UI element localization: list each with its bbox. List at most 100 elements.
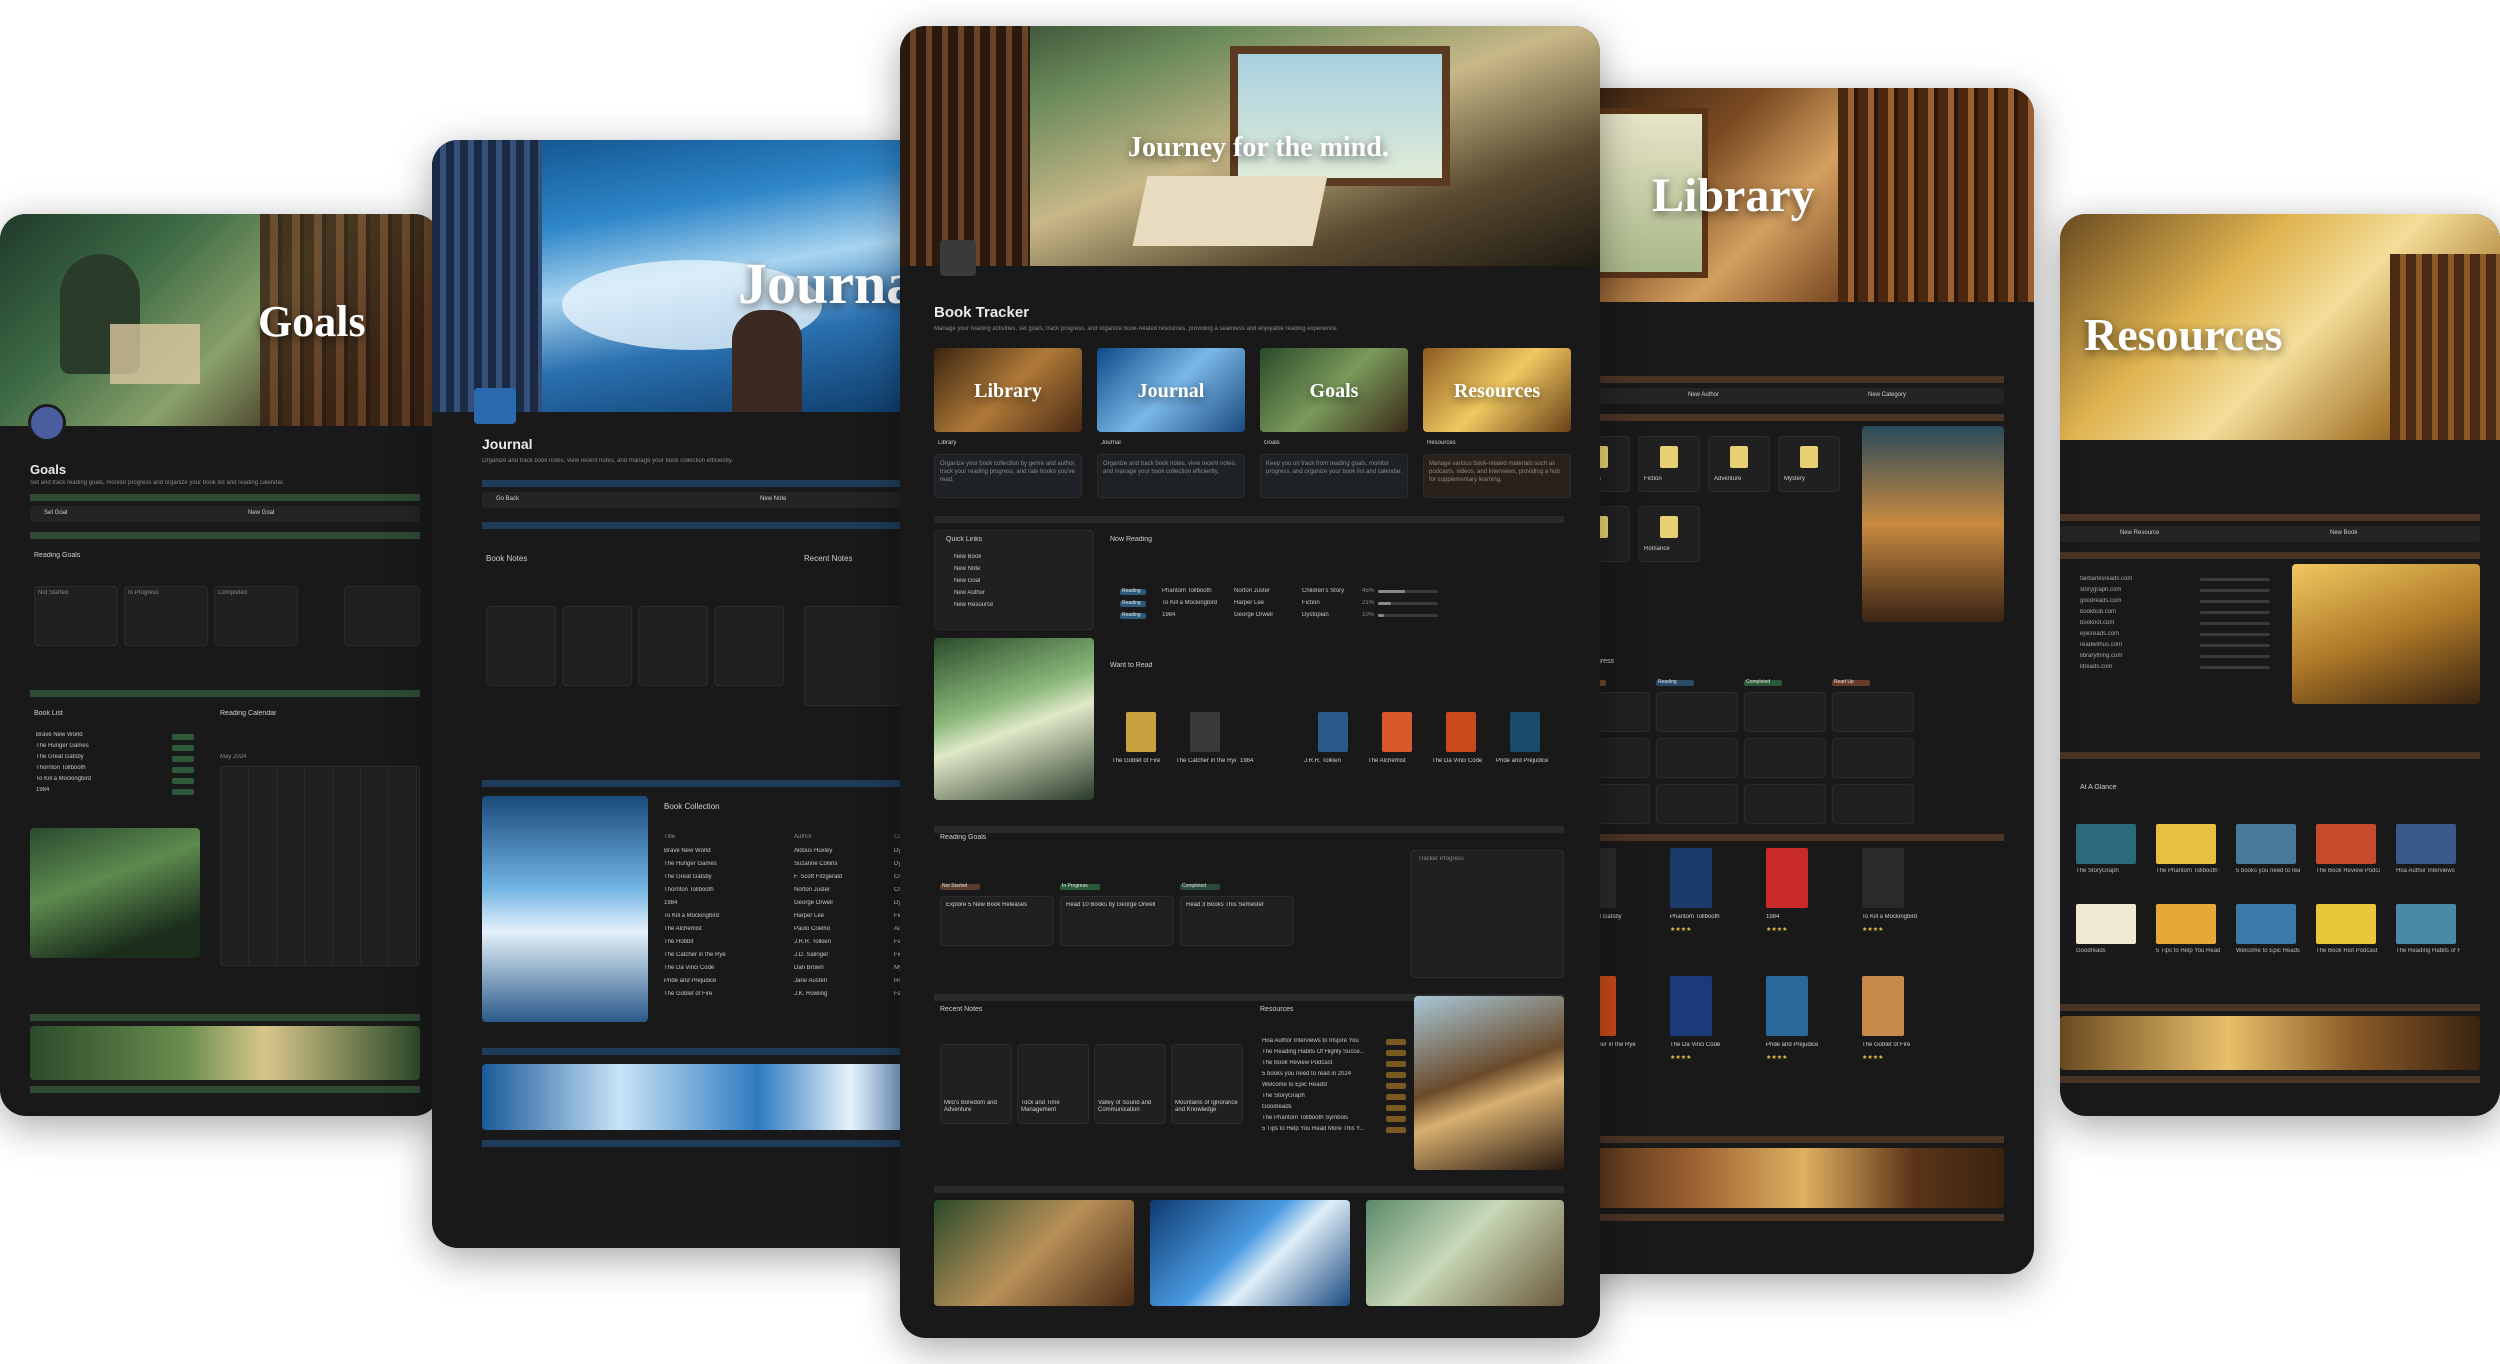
goals-book-list-item[interactable]: The Hunger Games xyxy=(36,743,89,749)
resources-link-item[interactable]: goodreads.com xyxy=(2080,598,2121,604)
library-progress-card[interactable] xyxy=(1832,738,1914,778)
resources-gallery-thumbnail[interactable] xyxy=(2316,824,2376,864)
resources-gallery-thumbnail[interactable] xyxy=(2236,904,2296,944)
goals-book-list-item[interactable]: Brave New World xyxy=(36,732,83,738)
library-book-cover[interactable] xyxy=(1670,976,1712,1036)
tracker-resource-item[interactable]: Goodreads xyxy=(1262,1104,1382,1110)
journal-note-card[interactable] xyxy=(714,606,784,686)
library-book-title[interactable]: The Goblet of Fire xyxy=(1862,1042,1948,1048)
tracker-want-to-read-cover[interactable] xyxy=(1254,712,1284,752)
tracker-resource-item[interactable]: The Phantom Tollbooth Symbols xyxy=(1262,1115,1382,1121)
goals-page-card[interactable]: Goals Goals Set and track reading goals,… xyxy=(0,214,440,1116)
library-book-title[interactable]: Pride and Prejudice xyxy=(1766,1042,1852,1048)
journal-collection-cell[interactable]: The Da Vinci Code xyxy=(664,965,784,971)
resources-gallery-thumbnail[interactable] xyxy=(2076,824,2136,864)
journal-collection-cell[interactable]: The Great Gatsby xyxy=(664,874,784,880)
library-book-cover[interactable] xyxy=(1670,848,1712,908)
tracker-want-to-read-cover[interactable] xyxy=(1190,712,1220,752)
library-book-title[interactable]: The Da Vinci Code xyxy=(1670,1042,1756,1048)
journal-collection-cell[interactable]: Brave New World xyxy=(664,848,784,854)
tracker-resource-item[interactable]: The StoryGraph xyxy=(1262,1093,1382,1099)
tracker-want-to-read-cover[interactable] xyxy=(1382,712,1412,752)
resources-gallery-title[interactable]: 5 Tips to Help You Read More This Year xyxy=(2156,948,2220,954)
library-progress-card[interactable] xyxy=(1744,692,1826,732)
tracker-resource-item[interactable]: 5 books you need to read in 2024 xyxy=(1262,1071,1382,1077)
library-progress-card[interactable] xyxy=(1832,692,1914,732)
goals-book-list-item[interactable]: The Great Gatsby xyxy=(36,754,84,760)
tracker-want-to-read-title[interactable]: Pride and Prejudice xyxy=(1496,758,1556,764)
journal-collection-cell[interactable]: The Catcher in the Rye xyxy=(664,952,784,958)
tracker-want-to-read-cover[interactable] xyxy=(1126,712,1156,752)
resources-gallery-thumbnail[interactable] xyxy=(2156,824,2216,864)
goals-book-list-item[interactable]: Thornton Tollbooth xyxy=(36,765,86,771)
library-book-title[interactable]: 1984 xyxy=(1766,914,1852,920)
journal-go-back-button[interactable]: Go Back xyxy=(496,496,519,502)
tracker-quick-link[interactable]: New Resource xyxy=(954,602,993,608)
library-progress-card[interactable] xyxy=(1656,692,1738,732)
resources-link-item[interactable]: litreads.com xyxy=(2080,664,2112,670)
resources-new-book-button[interactable]: New Book xyxy=(2330,530,2357,536)
resources-gallery-title[interactable]: 5 books you need to read in 2024 xyxy=(2236,868,2300,874)
tracker-nav-card-label[interactable]: Goals xyxy=(1264,440,1280,446)
resources-link-item[interactable]: epicreads.com xyxy=(2080,631,2119,637)
resources-link-item[interactable]: librarything.com xyxy=(2080,653,2122,659)
resources-gallery-title[interactable]: The Phantom Tollbooth Symbols xyxy=(2156,868,2220,874)
resources-gallery-thumbnail[interactable] xyxy=(2396,904,2456,944)
tracker-want-to-read-cover[interactable] xyxy=(1318,712,1348,752)
resources-link-item[interactable]: storygraph.com xyxy=(2080,587,2121,593)
library-new-category-button[interactable]: New Category xyxy=(1868,392,1906,398)
tracker-want-to-read-title[interactable]: The Goblet of Fire xyxy=(1112,758,1172,764)
resources-new-resource-button[interactable]: New Resource xyxy=(2120,530,2159,536)
resources-gallery-thumbnail[interactable] xyxy=(2316,904,2376,944)
resources-gallery-title[interactable]: The Book Riot Podcast xyxy=(2316,948,2380,954)
resources-gallery-title[interactable]: The Book Review Podcast xyxy=(2316,868,2380,874)
tracker-want-to-read-title[interactable]: 1984 xyxy=(1240,758,1300,764)
journal-note-card[interactable] xyxy=(562,606,632,686)
library-book-cover[interactable] xyxy=(1766,848,1808,908)
resources-gallery-thumbnail[interactable] xyxy=(2236,824,2296,864)
journal-collection-cell[interactable]: The Goblet of Fire xyxy=(664,991,784,997)
tracker-nav-card-label[interactable]: Library xyxy=(938,440,956,446)
tracker-want-to-read-cover[interactable] xyxy=(1510,712,1540,752)
journal-note-card[interactable] xyxy=(638,606,708,686)
tracker-now-reading-title[interactable]: 1984 xyxy=(1162,612,1230,618)
tracker-resource-item[interactable]: The Book Review Podcast xyxy=(1262,1060,1382,1066)
tracker-nav-card-label[interactable]: Journal xyxy=(1101,440,1121,446)
tracker-resource-item[interactable]: 5 Tips to Help You Read More This Y... xyxy=(1262,1126,1382,1132)
resources-gallery-thumbnail[interactable] xyxy=(2076,904,2136,944)
tracker-want-to-read-title[interactable]: The Alchemist xyxy=(1368,758,1428,764)
library-book-cover[interactable] xyxy=(1766,976,1808,1036)
resources-link-item[interactable]: bookbub.com xyxy=(2080,609,2116,615)
resources-gallery-title[interactable]: Goodreads xyxy=(2076,948,2140,954)
resources-gallery-thumbnail[interactable] xyxy=(2156,904,2216,944)
resources-link-item[interactable]: fairbanksreads.com xyxy=(2080,576,2132,582)
journal-collection-cell[interactable]: The Alchemist xyxy=(664,926,784,932)
tracker-quick-link[interactable]: New Note xyxy=(954,566,980,572)
resources-gallery-title[interactable]: The StoryGraph xyxy=(2076,868,2140,874)
resources-gallery-title[interactable]: The Reading Habits of Highly Successful … xyxy=(2396,948,2460,954)
library-progress-card[interactable] xyxy=(1656,738,1738,778)
resources-gallery-title[interactable]: Welcome to Epic Reads xyxy=(2236,948,2300,954)
journal-collection-cell[interactable]: The Hobbit xyxy=(664,939,784,945)
journal-new-note-button[interactable]: New Note xyxy=(760,496,786,502)
library-book-title[interactable]: To Kill a Mockingbird xyxy=(1862,914,1948,920)
library-book-cover[interactable] xyxy=(1862,976,1904,1036)
library-book-title[interactable]: Phantom Tollbooth xyxy=(1670,914,1756,920)
library-new-author-button[interactable]: New Author xyxy=(1688,392,1719,398)
library-page-card[interactable]: Library New Author New Category Reading … xyxy=(1558,88,2034,1274)
journal-note-card[interactable] xyxy=(486,606,556,686)
resources-gallery-thumbnail[interactable] xyxy=(2396,824,2456,864)
library-progress-card[interactable] xyxy=(1744,784,1826,824)
tracker-now-reading-title[interactable]: Phantom Tollbooth xyxy=(1162,588,1230,594)
journal-collection-cell[interactable]: Thornton Tollbooth xyxy=(664,887,784,893)
tracker-want-to-read-title[interactable]: The Catcher in the Rye xyxy=(1176,758,1236,764)
tracker-now-reading-title[interactable]: To Kill a Mockingbird xyxy=(1162,600,1230,606)
journal-collection-cell[interactable]: The Hunger Games xyxy=(664,861,784,867)
library-progress-card[interactable] xyxy=(1656,784,1738,824)
tracker-page-card[interactable]: Journey for the mind. Book Tracker Manag… xyxy=(900,26,1600,1338)
resources-gallery-title[interactable]: Hoa Author Interviews xyxy=(2396,868,2460,874)
tracker-resource-item[interactable]: Hoa Author Interviews to Inspire You xyxy=(1262,1038,1382,1044)
tracker-want-to-read-title[interactable]: J.R.R. Tolkien xyxy=(1304,758,1364,764)
tracker-nav-card-label[interactable]: Resources xyxy=(1427,440,1456,446)
goals-book-list-item[interactable]: To Kill a Mockingbird xyxy=(36,776,91,782)
